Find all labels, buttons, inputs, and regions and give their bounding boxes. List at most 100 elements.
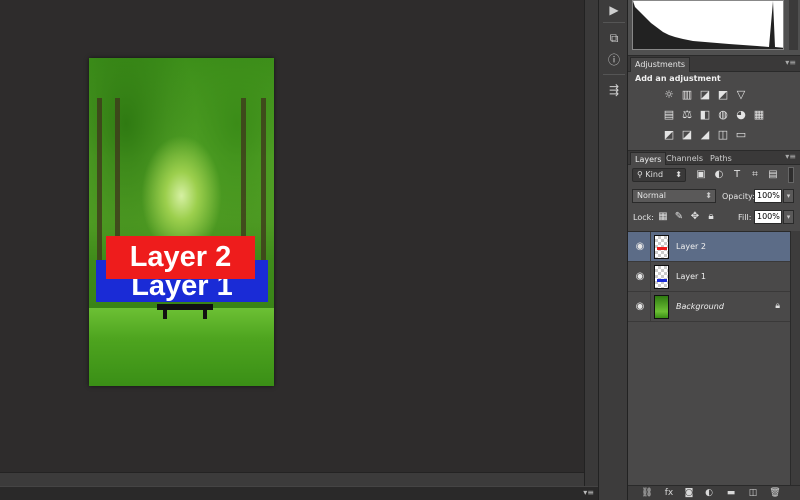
- lock-image-icon[interactable]: ✎: [672, 210, 686, 224]
- canvas-workspace[interactable]: Layer 1 Layer 2: [0, 0, 584, 472]
- layer-thumbnail: [654, 295, 669, 319]
- divider: [603, 22, 625, 23]
- tab-channels[interactable]: Channels: [662, 152, 707, 166]
- layer-row-layer2[interactable]: ◉ Layer 2: [628, 232, 790, 262]
- panel-menu-icon[interactable]: ▾≡: [785, 58, 796, 67]
- lock-label: Lock:: [633, 213, 654, 222]
- status-menu-icon[interactable]: ▾≡: [583, 488, 594, 497]
- layer-comps-icon[interactable]: ⧉: [603, 28, 625, 48]
- adjustment-row-2: ▤ ⚖ ◧ ◍ ◕ ▦: [662, 108, 766, 122]
- smart-object-filter-icon[interactable]: ▤: [766, 168, 780, 182]
- layer-thumbnail: [654, 235, 669, 259]
- grass-area: [89, 308, 274, 386]
- adjustments-title: Add an adjustment: [635, 74, 721, 83]
- histogram-curve: [633, 1, 783, 49]
- layers-panel: ⚲ Kind ⬍ ▣ ◐ T ⌗ ▤ Normal ⬍ Opacity: 100…: [628, 165, 800, 485]
- fill-dropdown-button[interactable]: ▾: [783, 210, 794, 224]
- eye-icon[interactable]: ◉: [633, 300, 647, 314]
- thumbnail-mark: [657, 247, 667, 250]
- adjustment-row-3: ◩ ◪ ◢ ◫ ▭: [662, 128, 748, 142]
- gradient-map-icon[interactable]: ▭: [734, 128, 748, 142]
- panel-menu-icon[interactable]: ▾≡: [785, 152, 796, 161]
- photo-filter-icon[interactable]: ◍: [716, 108, 730, 122]
- histogram-graph: [632, 0, 784, 50]
- adjustment-row-1: ☼ ▥ ◪ ◩ ▽: [662, 88, 748, 102]
- info-icon[interactable]: ⓘ: [603, 50, 625, 70]
- channel-mixer-icon[interactable]: ◕: [734, 108, 748, 122]
- adjustments-panel: Add an adjustment ☼ ▥ ◪ ◩ ▽ ▤ ⚖ ◧ ◍ ◕ ▦ …: [628, 72, 800, 150]
- color-lookup-icon[interactable]: ▦: [752, 108, 766, 122]
- histogram-panel: [628, 0, 800, 56]
- right-panels: Adjustments ▾≡ Add an adjustment ☼ ▥ ◪ ◩…: [628, 0, 800, 500]
- layer-name[interactable]: Layer 1: [676, 272, 706, 281]
- document-canvas[interactable]: Layer 1 Layer 2: [89, 58, 274, 386]
- play-icon[interactable]: ▶: [603, 0, 625, 20]
- layer-name[interactable]: Background: [676, 302, 724, 311]
- bench-leg: [203, 310, 207, 319]
- new-layer-icon[interactable]: ◫: [746, 487, 760, 500]
- lock-transparent-icon[interactable]: ▦: [656, 210, 670, 224]
- filter-toggle[interactable]: [788, 167, 794, 183]
- tab-adjustments[interactable]: Adjustments: [630, 57, 691, 72]
- status-bar: ▾≡: [0, 486, 598, 500]
- type-filter-icon[interactable]: T: [730, 168, 744, 182]
- chevron-down-icon: ⬍: [675, 170, 682, 179]
- layer-row-background[interactable]: ◉ Background 🔒︎: [628, 292, 790, 322]
- layers-list: ◉ Layer 2 ◉ Layer 1 ◉ Background 🔒︎: [628, 231, 790, 322]
- vibrance-icon[interactable]: ▽: [734, 88, 748, 102]
- adjustment-filter-icon[interactable]: ◐: [712, 168, 726, 182]
- layers-scrollbar[interactable]: [790, 231, 800, 485]
- filter-kind-label: Kind: [645, 170, 664, 179]
- pixel-filter-icon[interactable]: ▣: [694, 168, 708, 182]
- levels-icon[interactable]: ▥: [680, 88, 694, 102]
- opacity-label: Opacity:: [722, 192, 755, 201]
- mask-icon[interactable]: ◙: [682, 487, 696, 500]
- lock-position-icon[interactable]: ✥: [688, 210, 702, 224]
- layer2-banner[interactable]: Layer 2: [106, 236, 255, 279]
- black-white-icon[interactable]: ◧: [698, 108, 712, 122]
- lock-icon: 🔒︎: [775, 301, 780, 311]
- link-icon[interactable]: ⛓: [640, 487, 654, 500]
- history-icon[interactable]: ⇶: [603, 80, 625, 100]
- tab-layers[interactable]: Layers: [630, 152, 667, 166]
- trash-icon[interactable]: 🗑︎: [768, 487, 782, 500]
- opacity-dropdown-button[interactable]: ▾: [783, 189, 794, 203]
- posterize-icon[interactable]: ◪: [680, 128, 694, 142]
- divider: [650, 292, 651, 322]
- layer-row-layer1[interactable]: ◉ Layer 1: [628, 262, 790, 292]
- vertical-scrollbar[interactable]: [584, 0, 598, 486]
- adjustments-tabbar: Adjustments ▾≡: [628, 56, 800, 72]
- eye-icon[interactable]: ◉: [633, 270, 647, 284]
- brightness-contrast-icon[interactable]: ☼: [662, 88, 676, 102]
- threshold-icon[interactable]: ◢: [698, 128, 712, 142]
- filter-kind-select[interactable]: ⚲ Kind ⬍: [632, 168, 686, 182]
- layers-footer: ⛓ fx ◙ ◐ ▬ ◫ 🗑︎: [628, 485, 800, 500]
- fill-label: Fill:: [738, 213, 752, 222]
- folder-icon[interactable]: ▬: [724, 487, 738, 500]
- curves-icon[interactable]: ◪: [698, 88, 712, 102]
- fx-icon[interactable]: fx: [662, 487, 676, 500]
- lock-all-icon[interactable]: 🔒︎: [704, 210, 718, 224]
- bench-leg: [163, 310, 167, 319]
- panel-dock-icons: ▶ ⧉ ⓘ ⇶: [598, 0, 628, 500]
- blend-mode-value: Normal: [637, 191, 666, 200]
- selective-color-icon[interactable]: ◫: [716, 128, 730, 142]
- color-balance-icon[interactable]: ⚖: [680, 108, 694, 122]
- horizontal-scrollbar[interactable]: [0, 472, 584, 486]
- thumbnail-mark: [657, 279, 667, 282]
- invert-icon[interactable]: ◩: [662, 128, 676, 142]
- shape-filter-icon[interactable]: ⌗: [748, 168, 762, 182]
- divider: [650, 262, 651, 292]
- eye-icon[interactable]: ◉: [633, 240, 647, 254]
- exposure-icon[interactable]: ◩: [716, 88, 730, 102]
- fill-input[interactable]: 100%: [754, 210, 782, 224]
- blend-mode-select[interactable]: Normal ⬍: [632, 189, 716, 203]
- opacity-input[interactable]: 100%: [754, 189, 782, 203]
- hue-saturation-icon[interactable]: ▤: [662, 108, 676, 122]
- adjustment-layer-icon[interactable]: ◐: [702, 487, 716, 500]
- layer-thumbnail: [654, 265, 669, 289]
- tab-paths[interactable]: Paths: [706, 152, 736, 166]
- layer-name[interactable]: Layer 2: [676, 242, 706, 251]
- divider: [603, 74, 625, 75]
- histogram-scrollbar[interactable]: [789, 0, 798, 50]
